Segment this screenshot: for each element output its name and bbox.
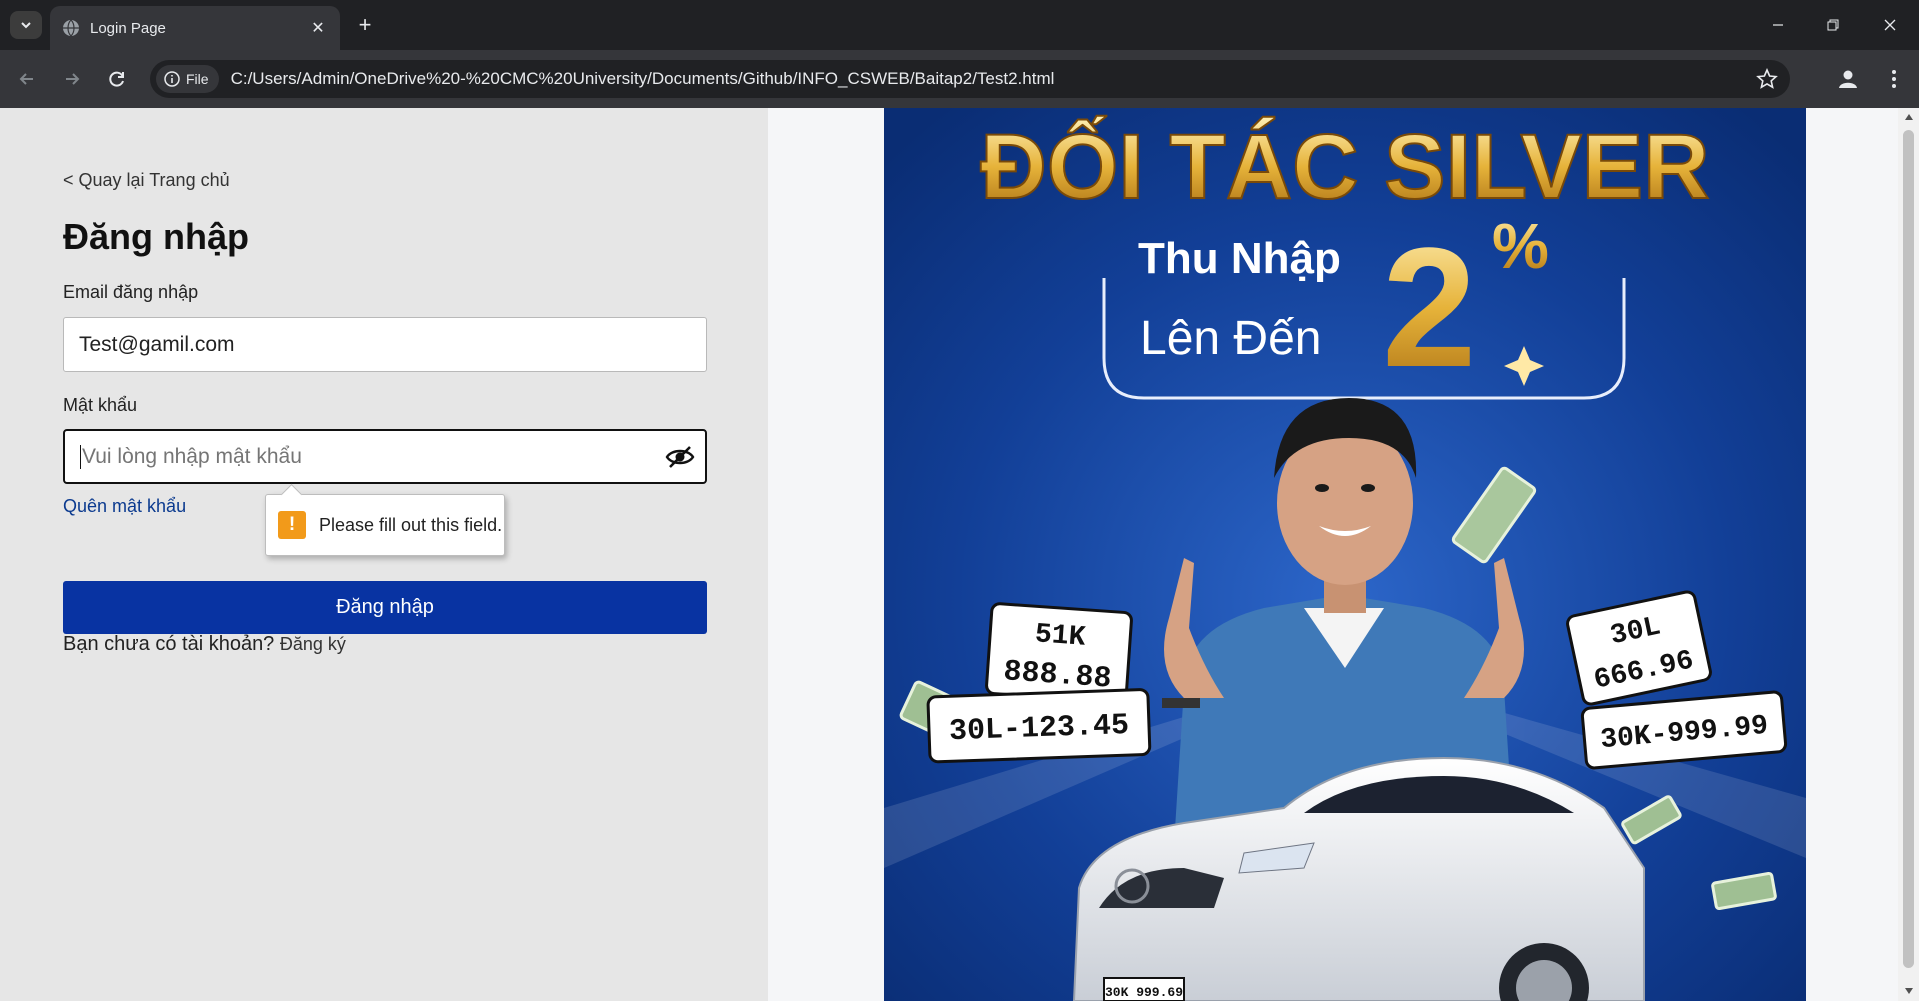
login-panel: < Quay lại Trang chủ Đăng nhập Email đăn…: [0, 108, 768, 1001]
email-value: Test@gamil.com: [79, 332, 235, 356]
more-vert-icon[interactable]: [1879, 64, 1909, 94]
forgot-password-link[interactable]: Quên mật khẩu: [63, 496, 186, 517]
signup-link[interactable]: Đăng ký: [280, 634, 346, 654]
chevron-down-icon: [21, 22, 31, 29]
reload-icon[interactable]: [102, 64, 132, 94]
tab-strip: Login Page ✕ +: [0, 0, 1919, 50]
scroll-down-icon[interactable]: [1903, 986, 1914, 996]
minimize-icon[interactable]: [1758, 10, 1798, 40]
email-label: Email đăng nhập: [63, 282, 199, 302]
scrollbar-thumb[interactable]: [1903, 130, 1914, 968]
forward-icon[interactable]: [57, 64, 87, 94]
file-chip-label: File: [186, 71, 209, 87]
no-account-text: Bạn chưa có tài khoản?: [63, 633, 275, 655]
back-home-link[interactable]: < Quay lại Trang chủ: [63, 170, 230, 191]
tab-title: Login Page: [90, 19, 166, 37]
page-title: Đăng nhập: [63, 216, 249, 257]
email-field[interactable]: Test@gamil.com: [63, 317, 707, 372]
plus-icon[interactable]: +: [352, 12, 378, 38]
login-submit-button[interactable]: Đăng nhập: [63, 581, 707, 634]
warning-icon: !: [278, 511, 306, 539]
site-info-chip[interactable]: File: [156, 65, 219, 93]
banner-percent-value: 2: [1382, 213, 1477, 403]
password-placeholder: Vui lòng nhập mật khẩu: [82, 444, 302, 468]
tab-search-button[interactable]: [10, 11, 42, 39]
browser-toolbar: File C:/Users/Admin/OneDrive%20-%20CMC%2…: [0, 50, 1919, 108]
text-caret: [80, 444, 81, 469]
plate-30l-123-text: 30L-123.45: [948, 709, 1129, 749]
tab-login-page[interactable]: Login Page ✕: [50, 6, 340, 50]
eye-off-icon[interactable]: [665, 443, 695, 471]
close-icon[interactable]: ✕: [308, 18, 328, 38]
banner-income-line1: Thu Nhập: [1138, 234, 1341, 283]
restore-icon[interactable]: [1813, 10, 1853, 40]
plate-30l-123: 30L-123.45: [926, 688, 1152, 764]
star-icon[interactable]: [1756, 68, 1778, 90]
info-icon: [164, 71, 180, 87]
validation-message: Please fill out this field.: [319, 514, 503, 535]
profile-icon[interactable]: [1833, 64, 1863, 94]
back-icon[interactable]: [12, 64, 42, 94]
address-bar[interactable]: File C:/Users/Admin/OneDrive%20-%20CMC%2…: [150, 60, 1790, 98]
page-viewport: < Quay lại Trang chủ Đăng nhập Email đăn…: [0, 108, 1919, 1001]
plate-51k-top: 51K: [1034, 619, 1087, 653]
car-plate-text: 30K 999.69: [1105, 985, 1183, 1000]
page-scrollbar[interactable]: [1898, 108, 1919, 1001]
password-label: Mật khẩu: [63, 395, 138, 415]
banner-headline: ĐỐI TÁC SILVER: [980, 115, 1709, 218]
banner-income-line2: Lên Đến: [1140, 312, 1321, 365]
scroll-up-icon[interactable]: [1903, 112, 1914, 122]
close-window-icon[interactable]: [1870, 10, 1910, 40]
plate-51k: 51K 888.88: [985, 602, 1133, 704]
url-text: C:/Users/Admin/OneDrive%20-%20CMC%20Univ…: [230, 69, 1055, 88]
promo-banner-art: ĐỐI TÁC SILVER Thu Nhập Lên Đến 2 % 51K …: [884, 108, 1806, 1001]
banner-percent-sign: %: [1492, 210, 1549, 282]
password-field[interactable]: Vui lòng nhập mật khẩu: [63, 429, 707, 484]
globe-icon: [63, 19, 79, 37]
submit-label: Đăng nhập: [336, 596, 434, 618]
promo-banner: ĐỐI TÁC SILVER Thu Nhập Lên Đến 2 % 51K …: [884, 108, 1806, 1001]
validation-tooltip: ! Please fill out this field.: [265, 494, 505, 556]
signup-row: Bạn chưa có tài khoản? Đăng ký: [63, 633, 346, 656]
